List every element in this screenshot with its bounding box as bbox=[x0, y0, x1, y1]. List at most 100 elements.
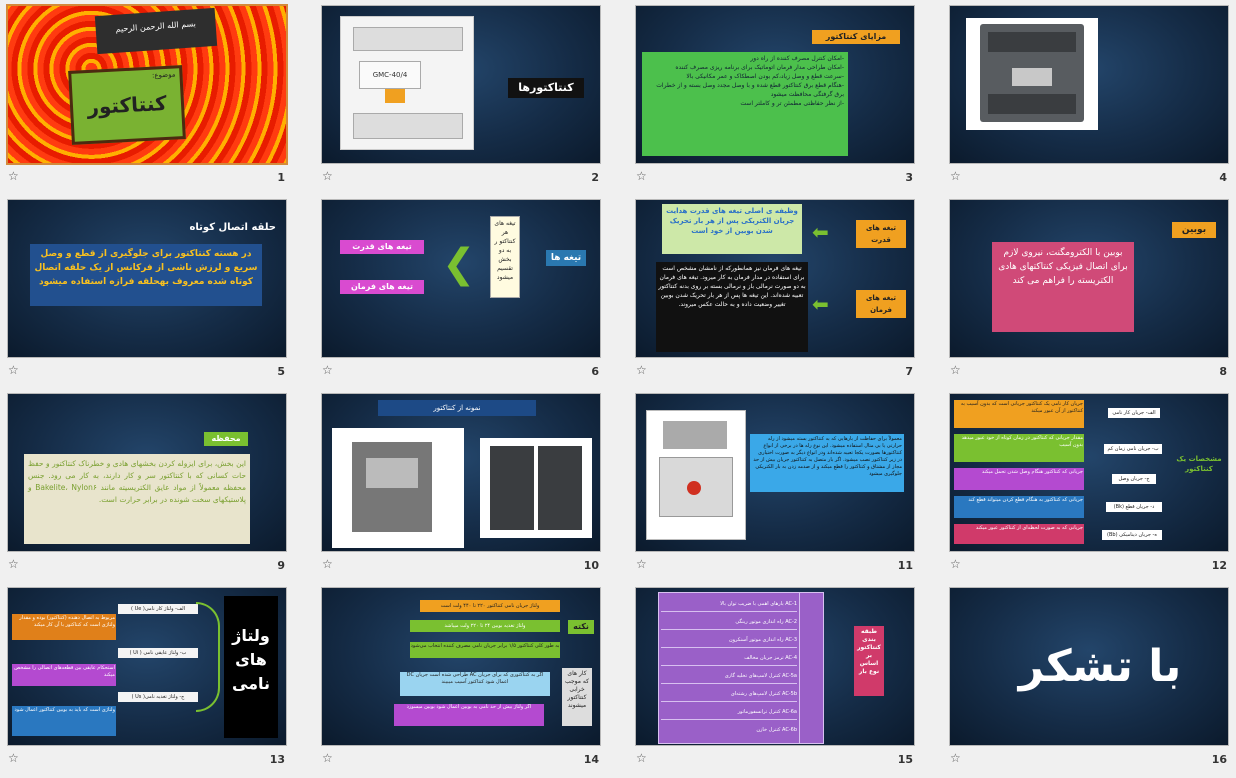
star-icon: ☆ bbox=[950, 751, 961, 765]
slide-16-canvas[interactable]: با تشکر bbox=[950, 588, 1228, 745]
slide-7-control-desc: تیغه های فرمان نیز همانطورکه از نامشان م… bbox=[656, 262, 808, 352]
slide-13-desc-2: ولتاژی است که باید به بوبین کنتاکتور اعم… bbox=[12, 706, 116, 736]
list-item: -از نظر حفاظتی مطمئن تر و کاملتر است bbox=[740, 100, 844, 107]
contactor-image bbox=[966, 18, 1098, 130]
star-icon: ☆ bbox=[8, 363, 19, 377]
slide-6-mid-text: تیغه های هر کنتاکتو ر به دو بخش تقسیم می… bbox=[490, 216, 520, 298]
list-item: -امکان طراحی مدار فرمان اتوماتیک برای بر… bbox=[675, 64, 844, 71]
arrow-left-icon: ⬅ bbox=[812, 292, 829, 316]
slide-number: 3 bbox=[905, 171, 913, 184]
slide-12-label-0: الف- جریان کار نامی bbox=[1108, 408, 1160, 418]
table-row: AC-5b کنترل لامپ‌های رشته‌ای bbox=[661, 687, 797, 702]
slide-thumb-10[interactable]: نمونه از کنتاکتور ☆ 10 bbox=[314, 388, 628, 582]
slide-14-side-text: کار های که موجب خرابی کنتاکتور میشوند bbox=[562, 668, 592, 726]
slide-thumb-2[interactable]: GMC-40/4 کنتاکتورها ☆ 2 bbox=[314, 0, 628, 194]
slide-14-item-3: اگر به کنتاکتوری که برای جریان AC طراحی … bbox=[400, 672, 550, 696]
slide-14-item-4: اگر ولتاژ بیش از حد نامی به بوبین اعمال … bbox=[394, 704, 544, 726]
slide-1-bismillah: بسم الله الرحمن الرحيم bbox=[115, 19, 197, 34]
slide-12-desc-1: مقدار جریانی که کنتاکتور در زمان کوتاه ا… bbox=[954, 434, 1084, 462]
brace-icon bbox=[196, 602, 220, 712]
slide-thumb-1[interactable]: بسم الله الرحمن الرحيم موضوع: کنتاکتور ☆… bbox=[0, 0, 314, 194]
slide-7-power-desc: وظیفه ی اصلی تیغه های قدرت هدایت جریان ا… bbox=[662, 204, 802, 254]
slide-1-bismillah-box: بسم الله الرحمن الرحيم bbox=[94, 7, 218, 55]
slide-14-heading: نکته bbox=[568, 620, 594, 634]
table-row: AC-1 بارهای اهمی با ضریب توان بالا bbox=[661, 597, 797, 612]
slide-14-canvas[interactable]: ولتاژ جریان نامی کنتاکتور ۲۲۰ تا ۴۴۰ ولت… bbox=[322, 588, 600, 745]
slide-thumb-15[interactable]: AC-1 بارهای اهمی با ضریب توان بالا AC-2 … bbox=[628, 582, 942, 776]
slide-thumb-16[interactable]: با تشکر ☆ 16 bbox=[942, 582, 1236, 776]
slide-15-table: AC-1 بارهای اهمی با ضریب توان بالا AC-2 … bbox=[658, 592, 824, 744]
slide-thumb-9[interactable]: محفظه این بخش، برای ایزوله کردن بخشهای ه… bbox=[0, 388, 314, 582]
slide-12-canvas[interactable]: جریان کار نامی یک کنتاکتور جریانی است که… bbox=[950, 394, 1228, 551]
star-icon: ☆ bbox=[8, 751, 19, 765]
star-icon: ☆ bbox=[8, 557, 19, 571]
chevron-left-icon: ❮ bbox=[442, 241, 476, 287]
slide-16-title: با تشکر bbox=[1018, 641, 1182, 692]
contactor-diagram-image bbox=[332, 428, 464, 548]
slide-7-power-label: تیغه های قدرت bbox=[856, 220, 906, 248]
slide-13-title: ولتاژ های نامی bbox=[224, 596, 278, 738]
star-icon: ☆ bbox=[636, 557, 647, 571]
slide-thumb-4[interactable]: ☆ 4 bbox=[942, 0, 1236, 194]
slide-number: 10 bbox=[583, 559, 599, 572]
list-item: -سرعت قطع و وصل زیاد،کم بودن اصطکاک و عم… bbox=[686, 73, 844, 80]
slide-12-label-3: د- جریان قطع (Bk) bbox=[1106, 502, 1162, 512]
slide-9-canvas[interactable]: محفظه این بخش، برای ایزوله کردن بخشهای ه… bbox=[8, 394, 286, 551]
slide-thumb-7[interactable]: وظیفه ی اصلی تیغه های قدرت هدایت جریان ا… bbox=[628, 194, 942, 388]
slide-8-canvas[interactable]: بوبین بوبین با الکترومگنت، نیروی لازم بر… bbox=[950, 200, 1228, 357]
slide-thumb-3[interactable]: مزایای کنتاکتور -امکان کنترل مصرف کننده … bbox=[628, 0, 942, 194]
slide-3-heading: مزایای کنتاکتور bbox=[812, 30, 900, 44]
star-icon: ☆ bbox=[950, 557, 961, 571]
slide-thumb-11[interactable]: معمولاً برای حفاظت از بارهایی که به کنتا… bbox=[628, 388, 942, 582]
slide-7-canvas[interactable]: وظیفه ی اصلی تیغه های قدرت هدایت جریان ا… bbox=[636, 200, 914, 357]
slide-9-body: این بخش، برای ایزوله کردن بخشهای هادی و … bbox=[24, 454, 250, 544]
star-icon: ☆ bbox=[322, 751, 333, 765]
star-icon: ☆ bbox=[950, 363, 961, 377]
table-row: AC-2 راه اندازی موتور رینگی bbox=[661, 615, 797, 630]
slide-13-label-1: ب- ولتاژ عایقی نامی ( Ui ) bbox=[118, 648, 198, 658]
slide-number: 5 bbox=[277, 365, 285, 378]
slide-10-heading: نمونه از کنتاکتور bbox=[378, 400, 536, 416]
slide-thumb-13[interactable]: مربوط به اتصال دهنده (کنتاکتور) بوده و م… bbox=[0, 582, 314, 776]
slide-15-canvas[interactable]: AC-1 بارهای اهمی با ضریب توان بالا AC-2 … bbox=[636, 588, 914, 745]
slide-number: 9 bbox=[277, 559, 285, 572]
slide-12-label-4: ه- جریان دینامیکی (Bb) bbox=[1102, 530, 1162, 540]
slide-10-canvas[interactable]: نمونه از کنتاکتور bbox=[322, 394, 600, 551]
list-item: -امکان کنترل مصرف کننده از راه دور bbox=[750, 55, 844, 62]
slide-thumb-14[interactable]: ولتاژ جریان نامی کنتاکتور ۲۲۰ تا ۴۴۰ ولت… bbox=[314, 582, 628, 776]
slide-number: 14 bbox=[583, 753, 599, 766]
slide-number: 16 bbox=[1211, 753, 1227, 766]
slide-5-canvas[interactable]: حلقه اتصال کوتاه در هسته کنتاکتور برای ج… bbox=[8, 200, 286, 357]
slide-6-control-label: تیغه های فرمان bbox=[340, 280, 424, 294]
slide-12-label-1: ب- جریان نامی زمان کم bbox=[1104, 444, 1162, 454]
slide-thumb-8[interactable]: بوبین بوبین با الکترومگنت، نیروی لازم بر… bbox=[942, 194, 1236, 388]
slide-8-heading: بوبین bbox=[1172, 222, 1216, 238]
slide-number: 4 bbox=[1219, 171, 1227, 184]
star-icon: ☆ bbox=[322, 169, 333, 183]
slide-12-desc-0: جریان کار نامی یک کنتاکتور جریانی است که… bbox=[954, 400, 1084, 428]
slide-8-body: بوبین با الکترومگنت، نیروی لازم برای اتص… bbox=[992, 242, 1134, 332]
slide-13-desc-1: استحکام عایقی بین قطعه‌های اتصالی را مشخ… bbox=[12, 664, 116, 686]
list-item: -هنگام قطع برق کنتاکتور قطع شده و با وصل… bbox=[656, 82, 844, 98]
slide-5-body: در هسته کنتاکتور برای جلوگیری از قطع و و… bbox=[30, 244, 262, 306]
slide-3-list: -امکان کنترل مصرف کننده از راه دور -امکا… bbox=[642, 52, 848, 156]
slide-thumb-6[interactable]: تیغه های قدرت تیغه های فرمان ❮ تیغه های … bbox=[314, 194, 628, 388]
slide-13-canvas[interactable]: مربوط به اتصال دهنده (کنتاکتور) بوده و م… bbox=[8, 588, 286, 745]
slide-2-canvas[interactable]: GMC-40/4 کنتاکتورها bbox=[322, 6, 600, 163]
slide-4-canvas[interactable] bbox=[950, 6, 1228, 163]
star-icon: ☆ bbox=[8, 169, 19, 183]
slide-14-item-0: ولتاژ جریان نامی کنتاکتور ۲۲۰ تا ۴۴۰ ولت… bbox=[420, 600, 560, 612]
slide-thumb-5[interactable]: حلقه اتصال کوتاه در هسته کنتاکتور برای ج… bbox=[0, 194, 314, 388]
slide-6-canvas[interactable]: تیغه های قدرت تیغه های فرمان ❮ تیغه های … bbox=[322, 200, 600, 357]
slide-15-side-text: طبقه بندی کنتاکتور بر اساس نوع بار bbox=[854, 626, 884, 696]
table-row: AC-4 ترمز جریان مخالف bbox=[661, 651, 797, 666]
slide-6-power-label: تیغه های قدرت bbox=[340, 240, 424, 254]
slide-thumb-12[interactable]: جریان کار نامی یک کنتاکتور جریانی است که… bbox=[942, 388, 1236, 582]
slide-number: 11 bbox=[897, 559, 913, 572]
slide-1-subject-label: موضوع: bbox=[151, 70, 176, 80]
table-row: AC-5a کنترل لامپ‌های تخلیه گازی bbox=[661, 669, 797, 684]
slide-3-canvas[interactable]: مزایای کنتاکتور -امکان کنترل مصرف کننده … bbox=[636, 6, 914, 163]
slide-12-side-label: مشخصات یک کنتاکتور bbox=[1176, 455, 1222, 473]
slide-11-canvas[interactable]: معمولاً برای حفاظت از بارهایی که به کنتا… bbox=[636, 394, 914, 551]
slide-1-canvas[interactable]: بسم الله الرحمن الرحيم موضوع: کنتاکتور bbox=[8, 6, 286, 163]
